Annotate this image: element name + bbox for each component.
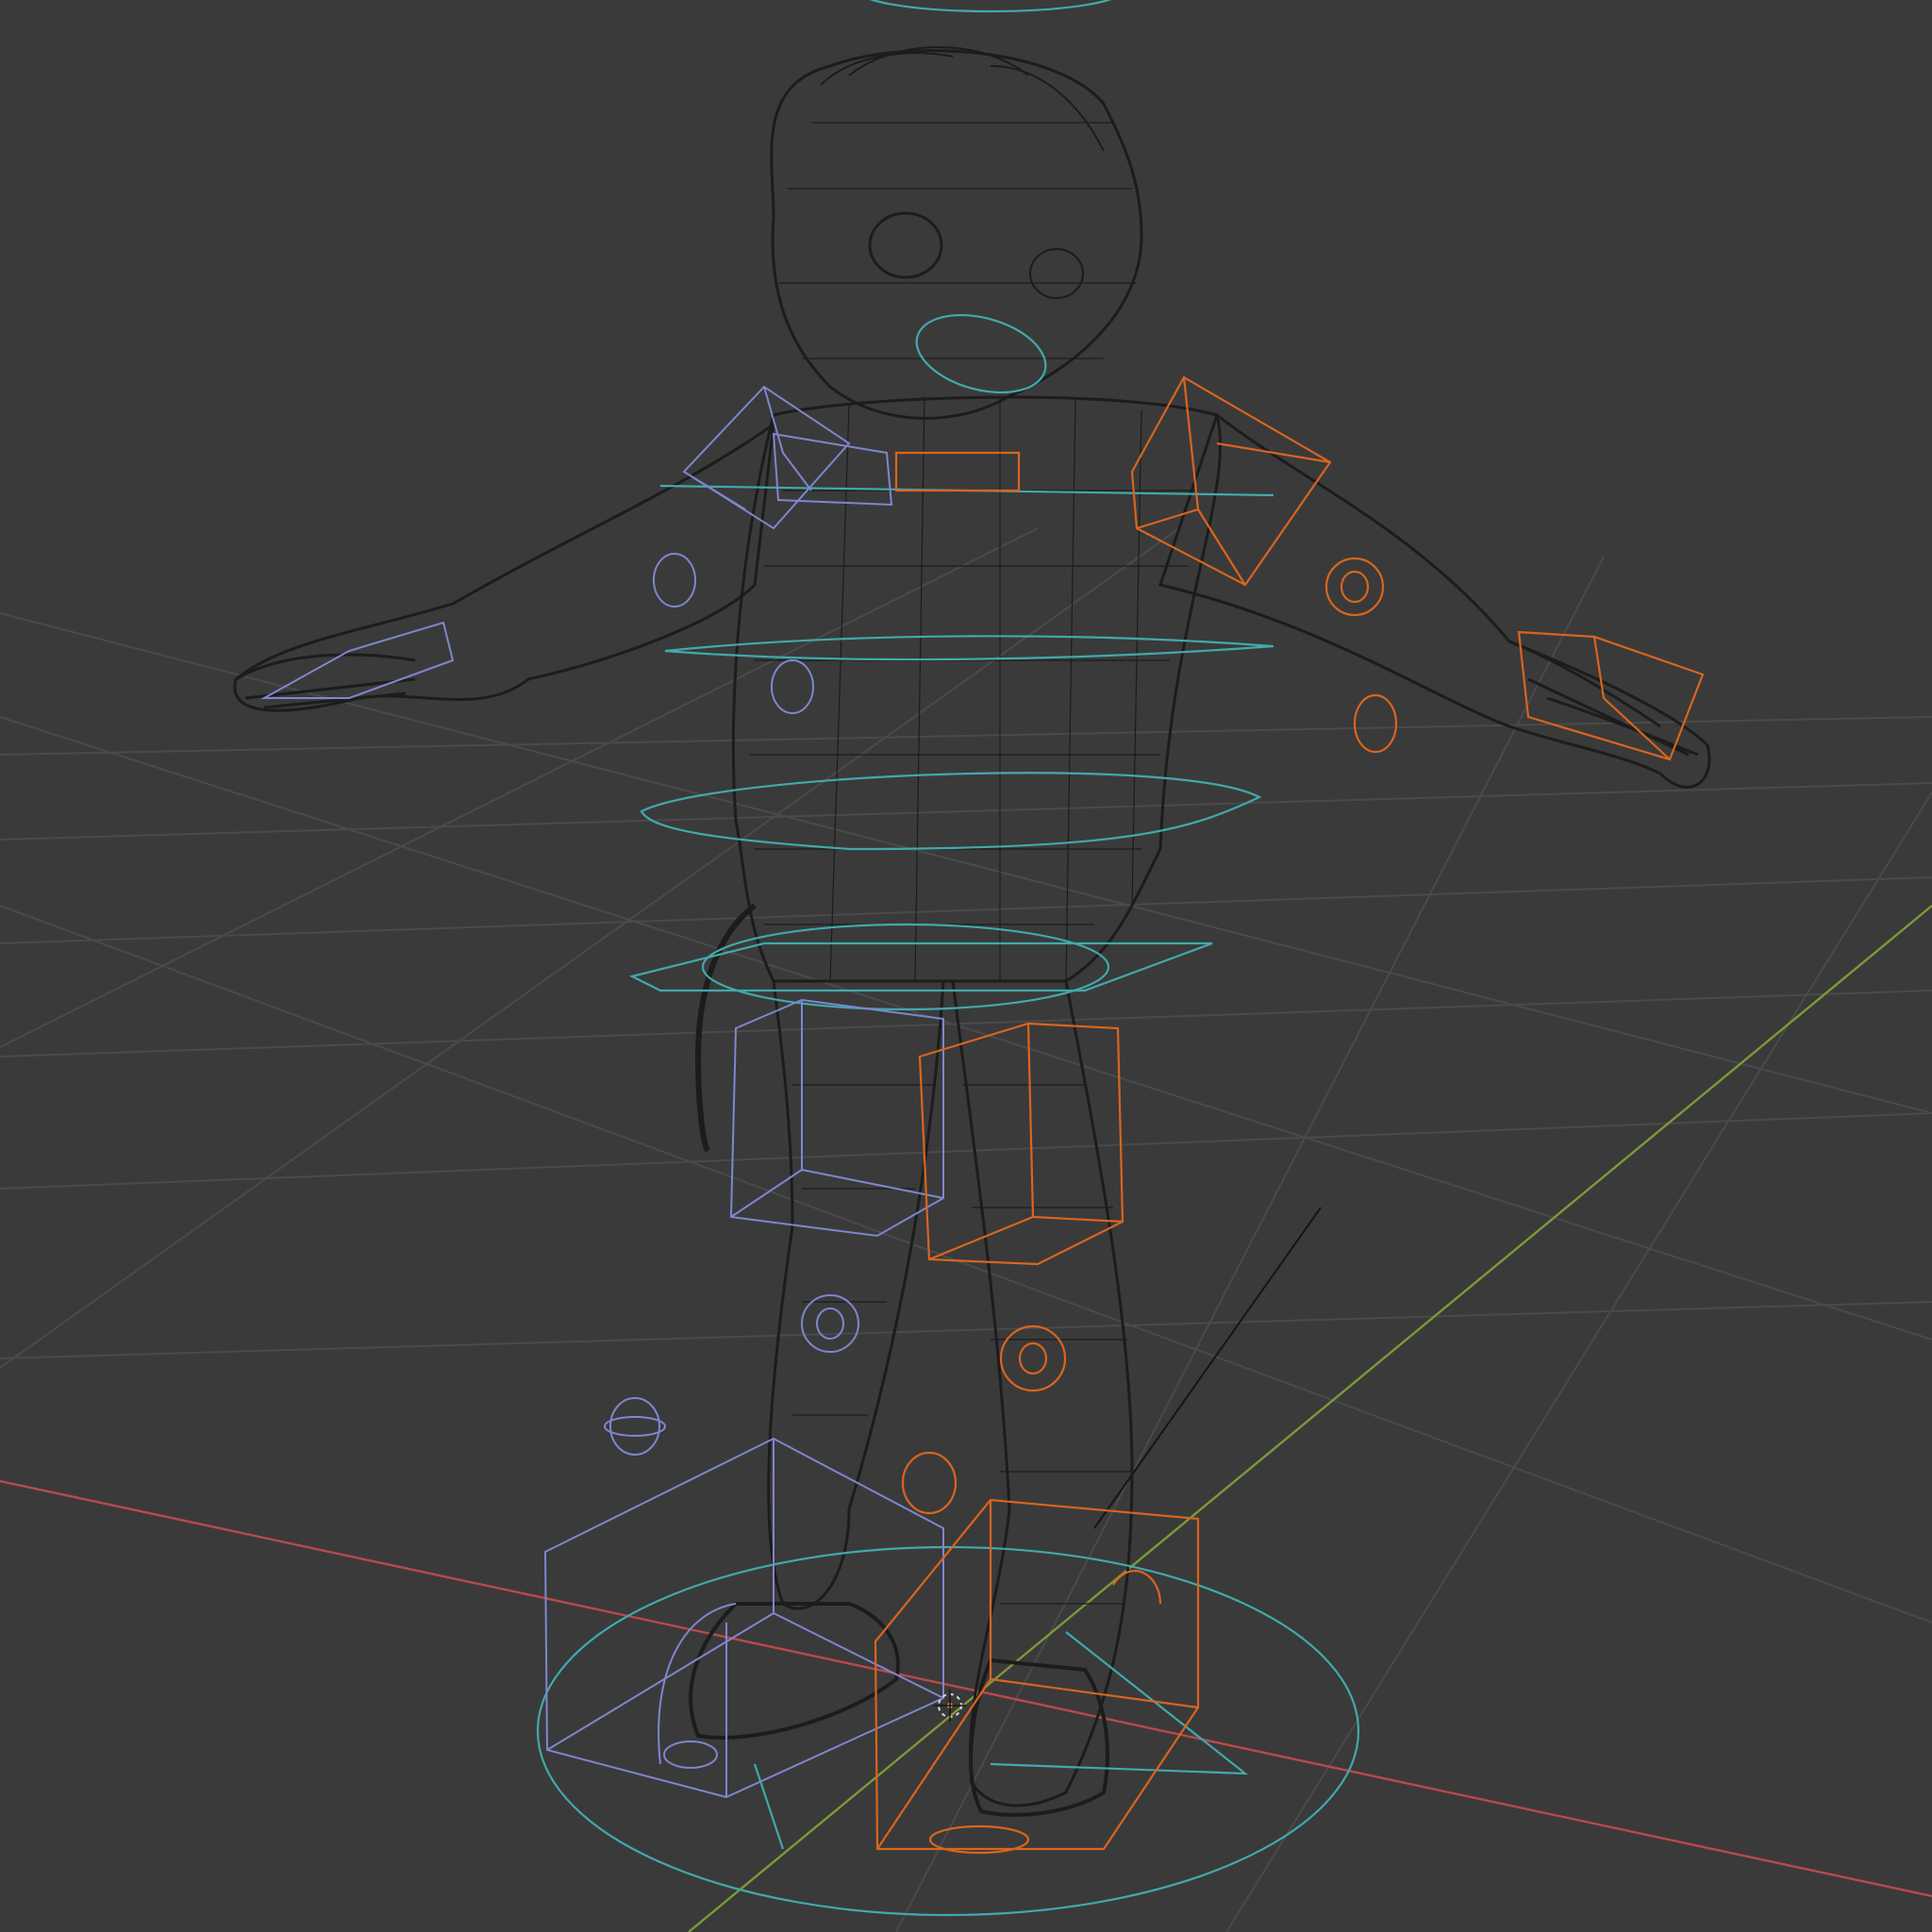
left-eye-target[interactable] [609,1397,660,1456]
left-side-controllers[interactable] [260,385,944,1799]
left-foot-ik-box[interactable] [543,1437,944,1799]
right-thigh-box[interactable] [918,1022,1124,1266]
tail-mesh [694,903,757,1153]
character-mesh[interactable] [233,46,1711,1817]
top-root-circle[interactable] [858,0,1123,13]
head-mesh [770,49,1143,420]
3d-cursor-icon [934,1690,966,1722]
root-controller[interactable] [536,1545,1360,1917]
right-leg-mesh [951,979,1134,1807]
x-axis-line [0,1479,1932,1898]
right-knee-pole[interactable] [999,1324,1067,1392]
right-shoulder-box[interactable] [1130,375,1332,587]
left-elbow-pole[interactable] [653,553,696,608]
ground-grid [0,527,1932,1932]
left-thigh-box[interactable] [729,998,944,1238]
right-arm-mesh [1158,412,1711,789]
right-elbow-pole[interactable] [1324,557,1385,617]
left-knee-pole[interactable] [801,1294,859,1353]
viewport-canvas[interactable] [0,0,1932,1932]
right-foot-pole[interactable] [901,1451,958,1515]
3d-viewport[interactable] [0,0,1932,1932]
right-wrist-pole[interactable] [1353,693,1398,754]
left-heel-controller[interactable] [663,1740,718,1769]
head-controller[interactable] [908,302,1055,406]
center-controllers[interactable] [536,302,1360,1917]
